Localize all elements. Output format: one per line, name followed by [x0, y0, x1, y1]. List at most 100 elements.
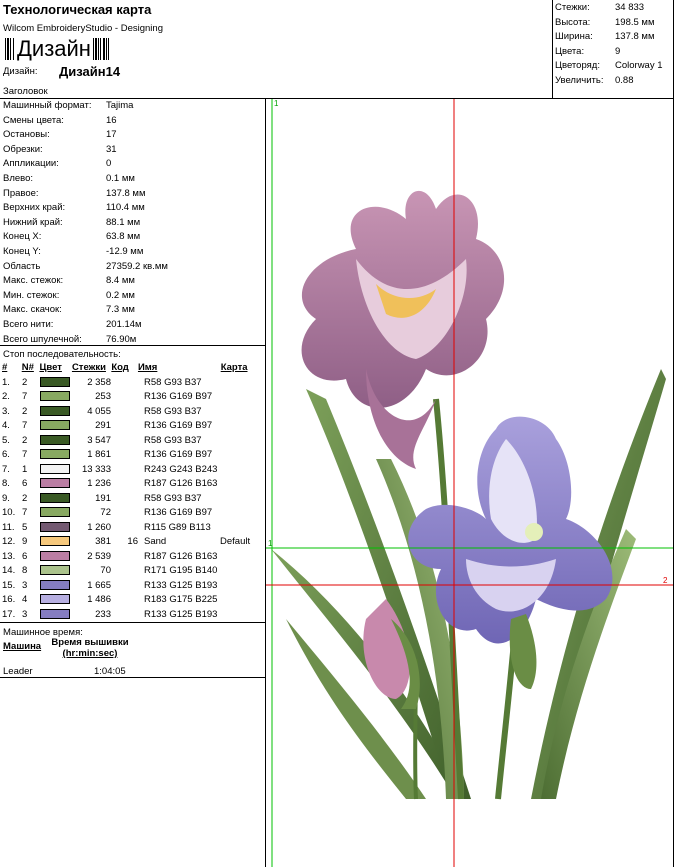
needle-number: 9: [22, 536, 28, 547]
info-row: Машинный формат: Tajima: [3, 99, 265, 114]
info-label: Макс. стежок:: [3, 275, 64, 287]
info-row: Нижний край: 88.1 мм: [3, 216, 265, 231]
color-cell: [40, 463, 73, 478]
stitch-count: 2 539: [87, 550, 111, 562]
color-swatch: [40, 420, 70, 431]
thread-name: R136 G169 B97: [144, 420, 213, 431]
design-name: Дизайн14: [59, 64, 121, 79]
stat-value: 198.5 мм: [615, 16, 655, 28]
color-cell: [40, 521, 73, 536]
marker-left: 1: [268, 539, 273, 548]
stat-label: Цвета:: [555, 45, 585, 57]
needle-number: 6: [22, 478, 28, 489]
time-divider: [0, 677, 266, 678]
stop-row: 3. 2 4 055 R58 G93 B37: [2, 405, 264, 420]
stop-index: 3.: [2, 405, 10, 417]
info-label: Остановы:: [3, 129, 50, 141]
stat-value: 137.8 мм: [615, 31, 655, 42]
info-row: Влево: 0.1 мм: [3, 172, 265, 187]
thread-name: R58 G93 B37: [144, 376, 202, 388]
info-label: Макс. скачок:: [3, 304, 62, 316]
needle-number: 2: [22, 405, 28, 417]
color-swatch: [40, 449, 70, 460]
stop-index: 6.: [2, 449, 10, 460]
color-cell: [40, 550, 73, 565]
stat-value: 34 833: [615, 2, 645, 13]
thread-code: 16: [127, 536, 138, 547]
thread-name: R58 G93 B37: [144, 434, 202, 446]
needle-number: 2: [22, 376, 28, 388]
stop-sequence-table: # N# Цвет Стежки Код Имя Карта 1. 2 2 358 R…: [2, 361, 264, 622]
stop-index: 5.: [2, 434, 10, 446]
info-value: Tajima: [106, 100, 134, 111]
app-subtitle: Wilcom EmbroideryStudio - Designing: [3, 23, 163, 34]
marker-top: 1: [274, 99, 279, 108]
info-row: Всего шпулечной: 76.90м: [3, 333, 265, 348]
col-name: Имя: [137, 362, 158, 373]
color-swatch: [40, 550, 70, 561]
color-swatch: [40, 492, 70, 503]
info-label: Машинный формат:: [3, 100, 92, 111]
color-swatch: [40, 376, 70, 387]
stat-value: 0.88: [615, 74, 634, 86]
stat-value: Colorway 1: [615, 60, 663, 71]
color-swatch: [40, 391, 70, 402]
info-row: Область 27359.2 кв.мм: [3, 260, 265, 275]
info-label: Область: [3, 260, 41, 272]
stat-value: 9: [615, 45, 621, 57]
needle-number: 7: [22, 449, 28, 460]
info-row: Макс. скачок: 7.3 мм: [3, 303, 265, 318]
page-title: Технологическая карта: [3, 2, 152, 17]
needle-number: 7: [22, 507, 28, 518]
stitch-count: 291: [95, 420, 111, 431]
needle-number: 2: [22, 434, 28, 446]
stitch-count: 1 260: [87, 521, 111, 533]
info-label: Нижний край:: [3, 216, 63, 228]
thread-name: R136 G169 B97: [144, 391, 213, 402]
stitch-count: 13 333: [81, 463, 111, 475]
thread-name: R243 G243 B243: [144, 463, 218, 475]
thread-name: R133 G125 B193: [144, 608, 218, 620]
thread-name: R115 G89 B113: [144, 521, 211, 533]
color-swatch: [40, 608, 70, 619]
machine-column-header: Машина: [3, 641, 42, 652]
col-chart: Карта: [220, 362, 248, 373]
info-value: 63.8 мм: [106, 231, 141, 243]
needle-number: 3: [22, 579, 28, 591]
stat-row: Высота: 198.5 мм: [555, 16, 673, 31]
stitch-count: 381: [95, 536, 111, 547]
stitch-count: 1 665: [87, 579, 111, 591]
machine-time-value: 1:04:05: [94, 666, 126, 677]
marker-right: 2: [663, 576, 668, 585]
color-cell: [40, 608, 73, 623]
stop-row: 12. 9 381 16 Sand Default: [2, 535, 264, 550]
stop-row: 16. 4 1 486 R183 G175 B225: [2, 593, 264, 608]
color-swatch: [40, 521, 70, 532]
needle-number: 3: [22, 608, 28, 620]
info-value: 0.2 мм: [106, 289, 135, 301]
stop-index: 14.: [2, 565, 16, 576]
stop-sequence-rows: 1. 2 2 358 R58 G93 B37 2. 7 253 R136 G169 B97 3.…: [2, 376, 264, 623]
stop-index: 9.: [2, 492, 10, 504]
stitch-count: 253: [95, 391, 111, 402]
info-value: 8.4 мм: [106, 275, 135, 287]
info-row: Аппликации: 0: [3, 157, 265, 172]
info-row: Обрезки: 31: [3, 143, 265, 158]
color-cell: [40, 579, 73, 594]
info-row: Всего нити: 201.14м: [3, 318, 265, 333]
info-value: -12.9 мм: [106, 245, 144, 257]
barcode-text: Дизайн: [17, 36, 91, 61]
needle-number: 4: [22, 594, 28, 605]
info-value: 16: [106, 114, 117, 126]
thread-chart: Default: [220, 536, 251, 547]
stop-row: 15. 3 1 665 R133 G125 B193: [2, 579, 264, 594]
time-column-unit: (hr:min:sec): [62, 648, 118, 659]
stitch-count: 1 236: [87, 478, 111, 489]
info-label: Смены цвета:: [3, 114, 64, 126]
info-value: 88.1 мм: [106, 216, 141, 228]
worksheet: Технологическая карта Wilcom EmbroideryS…: [0, 0, 674, 867]
stop-index: 12.: [2, 536, 16, 547]
stitch-count: 72: [100, 507, 111, 518]
info-row: Смены цвета: 16: [3, 114, 265, 129]
color-cell: [40, 535, 73, 550]
